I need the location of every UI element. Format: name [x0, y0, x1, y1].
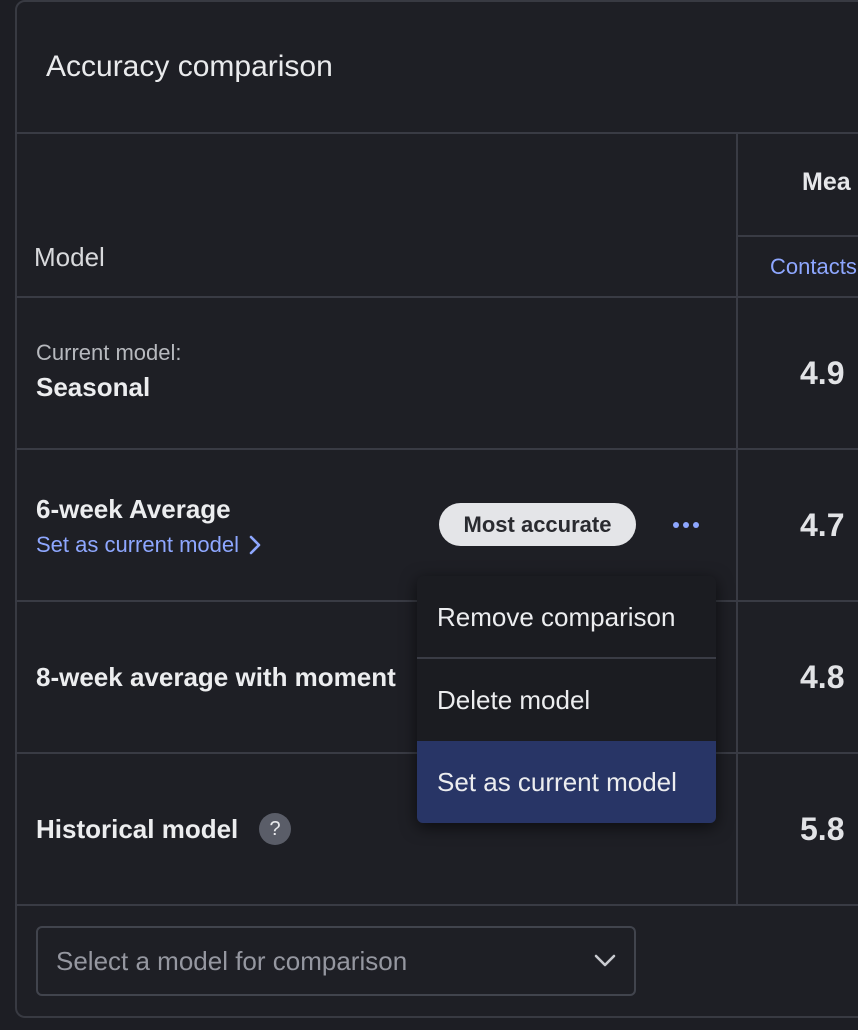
column-divider [736, 132, 738, 906]
most-accurate-badge: Most accurate [439, 503, 636, 546]
accuracy-value: 4.8 [800, 659, 845, 695]
accuracy-value: 5.8 [800, 811, 845, 847]
model-options-menu: Remove comparison Delete model Set as cu… [417, 576, 716, 823]
menu-item-delete-model[interactable]: Delete model [417, 659, 716, 741]
menu-item-remove-comparison[interactable]: Remove comparison [417, 576, 716, 658]
metric-column-header: Mea [802, 168, 851, 196]
more-options-button[interactable] [664, 508, 708, 542]
model-name: Historical model [36, 814, 239, 844]
help-icon[interactable]: ? [259, 813, 291, 845]
accuracy-value: 4.9 [800, 355, 845, 391]
select-placeholder: Select a model for comparison [56, 945, 408, 976]
set-as-current-model-link[interactable]: Set as current model [36, 532, 261, 558]
ellipsis-icon [672, 521, 700, 529]
divider [15, 132, 858, 134]
panel-title: Accuracy comparison [46, 50, 333, 83]
current-model-name: Seasonal [36, 372, 151, 402]
chevron-down-icon [594, 954, 616, 968]
divider [15, 904, 858, 906]
divider [15, 296, 858, 298]
model-name: 6-week Average [36, 494, 231, 524]
set-as-current-model-label: Set as current model [36, 532, 239, 557]
divider [15, 448, 858, 450]
accuracy-value: 4.7 [800, 507, 845, 543]
menu-item-set-as-current-model[interactable]: Set as current model [417, 741, 716, 823]
metric-subheader-link[interactable]: Contacts [770, 254, 857, 280]
model-comparison-select[interactable]: Select a model for comparison [36, 926, 636, 996]
current-model-label: Current model: [36, 340, 182, 365]
model-name: 8-week average with moment [36, 662, 396, 692]
chevron-right-icon [249, 535, 261, 555]
divider [736, 235, 858, 237]
model-column-header: Model [34, 242, 105, 272]
